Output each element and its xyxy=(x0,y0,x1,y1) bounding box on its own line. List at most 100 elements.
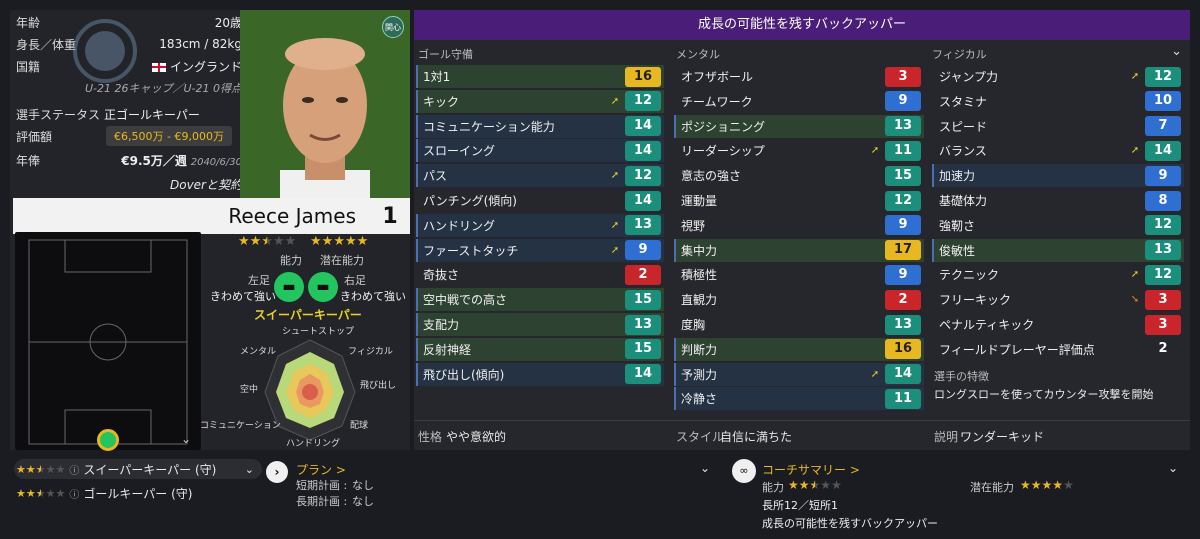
info-icon[interactable]: ⓘ xyxy=(69,486,79,501)
radar-label-rushing-out: 飛び出し xyxy=(360,381,397,391)
attribute-value: 16 xyxy=(885,339,921,360)
attribute-row[interactable]: 予測力 ➚ 14 xyxy=(674,362,924,386)
radar-label-shot-stopping: シュートストップ xyxy=(282,327,355,337)
info-icon[interactable]: ⓘ xyxy=(69,462,79,477)
attributes-header: 成長の可能性を残すバックアッパー xyxy=(414,10,1190,40)
attribute-row[interactable]: バランス ➚ 14 xyxy=(932,139,1184,162)
attribute-row[interactable]: オフザボール 3 xyxy=(674,65,924,88)
interest-badge[interactable]: 関心 xyxy=(382,16,404,38)
attribute-name: 加速力 xyxy=(939,169,976,184)
attribute-row[interactable]: コミュニケーション能力 14 xyxy=(416,114,664,138)
attribute-row[interactable]: 冷静さ 11 xyxy=(674,387,924,411)
role-dropdown-chevron-icon[interactable]: ⌄ xyxy=(245,463,254,476)
attribute-name: バランス xyxy=(939,144,987,159)
attribute-name: チームワーク xyxy=(681,94,753,109)
trait-item: ロングスローを使ってカウンター攻撃を開始 xyxy=(934,388,1154,401)
attribute-row[interactable]: 奇抜さ 2 xyxy=(416,263,664,286)
attribute-row[interactable]: ファーストタッチ ➚ 9 xyxy=(416,238,664,262)
attribute-row[interactable]: スローイング 14 xyxy=(416,139,664,163)
attribute-row[interactable]: 飛び出し(傾向) 14 xyxy=(416,362,664,386)
physical-header: フィジカル xyxy=(932,48,987,61)
value-label: 評価額 xyxy=(16,129,53,144)
attribute-value: 12 xyxy=(625,91,661,112)
role-row-goalkeeper[interactable]: ★★★★★ ⓘ ゴールキーパー (守) xyxy=(14,483,262,503)
mental-header: メンタル xyxy=(676,48,720,61)
right-foot-label: 右足 xyxy=(344,274,366,287)
attributes-options-chevron-icon[interactable]: ⌄ xyxy=(1171,44,1182,59)
attribute-row[interactable]: 運動量 12 xyxy=(674,189,924,212)
attribute-value: 13 xyxy=(885,116,921,137)
coach-summary-title[interactable]: コーチサマリー > xyxy=(762,461,860,478)
wage-value-wrap: €9.5万／週 2040/6/30 xyxy=(96,152,242,169)
attribute-name: 1対1 xyxy=(423,70,451,84)
description-value: ワンダーキッド xyxy=(960,430,1045,444)
trend-up-arrow-icon: ➚ xyxy=(610,95,620,107)
radar-label-distribution: 配球 xyxy=(350,421,369,431)
trend-up-arrow-icon: ➚ xyxy=(610,170,620,182)
attribute-row[interactable]: 度胸 13 xyxy=(674,313,924,336)
attribute-row[interactable]: 直観力 2 xyxy=(674,288,924,311)
plan-arrow-button[interactable]: › xyxy=(266,461,288,483)
player-name: Reece James xyxy=(228,204,356,228)
attribute-row[interactable]: 視野 9 xyxy=(674,214,924,237)
attribute-row[interactable]: 反射神経 15 xyxy=(416,337,664,361)
attribute-row[interactable]: キック ➚ 12 xyxy=(416,89,664,113)
attribute-row[interactable]: 積極性 9 xyxy=(674,263,924,286)
attribute-row[interactable]: 支配力 13 xyxy=(416,313,664,336)
attribute-row[interactable]: 空中戦での高さ 15 xyxy=(416,288,664,312)
attribute-value: 12 xyxy=(1145,264,1181,285)
attribute-value: 14 xyxy=(885,364,921,385)
value-pill[interactable]: €6,500万 - €9,000万 xyxy=(106,126,232,146)
attribute-name: オフザボール xyxy=(681,70,754,84)
attribute-row[interactable]: パンチング(傾向) 14 xyxy=(416,189,664,212)
footer-divider xyxy=(414,420,1190,421)
trend-up-arrow-icon: ➚ xyxy=(1130,145,1140,157)
coach-potential-label: 潜在能力 xyxy=(970,481,1014,494)
attribute-row[interactable]: ジャンプ力 ➚ 12 xyxy=(932,65,1184,88)
attribute-row[interactable]: 1対1 16 xyxy=(416,65,664,88)
attribute-row[interactable]: リーダーシップ ➚ 11 xyxy=(674,139,924,162)
attribute-name: 俊敏性 xyxy=(939,243,976,258)
attribute-row[interactable]: 強靭さ 12 xyxy=(932,214,1184,237)
attribute-row[interactable]: パス ➚ 12 xyxy=(416,164,664,188)
plan-title[interactable]: プラン > xyxy=(296,461,346,478)
attribute-value: 15 xyxy=(625,339,661,360)
attribute-row[interactable]: テクニック ➚ 12 xyxy=(932,263,1184,286)
attribute-row[interactable]: スピード 7 xyxy=(932,115,1184,138)
trend-up-arrow-icon: ➚ xyxy=(1130,71,1140,82)
contract-value: Doverと契約 xyxy=(169,177,242,192)
long-plan-label: 長期計画 : xyxy=(296,495,348,508)
attribute-name: 予測力 xyxy=(681,367,718,382)
attribute-row[interactable]: 意志の強さ 15 xyxy=(674,164,924,187)
attribute-name: コミュニケーション能力 xyxy=(423,119,555,134)
attribute-row[interactable]: 俊敏性 13 xyxy=(932,238,1184,262)
attribute-row[interactable]: フィールドプレーヤー評価点 2 xyxy=(932,338,1184,361)
attribute-value: 12 xyxy=(1145,66,1181,87)
attribute-name: 基礎体力 xyxy=(939,194,988,208)
role-row-sweeper-keeper[interactable]: ★★★★★ ⓘ スイーパーキーパー (守) ⌄ xyxy=(14,459,262,479)
attribute-value: 12 xyxy=(625,165,661,186)
role-stars: ★★★★★ xyxy=(16,486,66,500)
attribute-row[interactable]: 判断力 16 xyxy=(674,337,924,361)
attribute-value: 3 xyxy=(1145,289,1181,310)
attribute-row[interactable]: ハンドリング ➚ 13 xyxy=(416,213,664,237)
potential-stars: ★★★★★ xyxy=(310,234,369,249)
attribute-name: フィールドプレーヤー評価点 xyxy=(939,342,1095,357)
right-foot-value: きわめて強い xyxy=(340,290,406,303)
coach-chevron-icon[interactable]: ⌄ xyxy=(1168,461,1178,475)
attribute-row[interactable]: スタミナ 10 xyxy=(932,90,1184,113)
trend-up-arrow-icon: ➚ xyxy=(870,145,880,157)
attribute-value: 16 xyxy=(625,66,661,87)
attribute-row[interactable]: フリーキック ➘ 3 xyxy=(932,288,1184,311)
attribute-row[interactable]: チームワーク 9 xyxy=(674,90,924,113)
pitch-expand-chevron-icon[interactable]: ⌄ xyxy=(181,432,191,446)
attribute-row[interactable]: 集中力 17 xyxy=(674,238,924,262)
left-foot-icon: ▬ xyxy=(274,272,304,302)
attribute-row[interactable]: 加速力 9 xyxy=(932,164,1184,188)
attribute-row[interactable]: 基礎体力 8 xyxy=(932,189,1184,212)
attribute-name: 冷静さ xyxy=(681,392,718,407)
attribute-name: 飛び出し(傾向) xyxy=(423,367,505,382)
attribute-row[interactable]: ペナルティキック 3 xyxy=(932,313,1184,336)
plan-chevron-icon[interactable]: ⌄ xyxy=(700,461,710,475)
attribute-row[interactable]: ポジショニング 13 xyxy=(674,114,924,138)
